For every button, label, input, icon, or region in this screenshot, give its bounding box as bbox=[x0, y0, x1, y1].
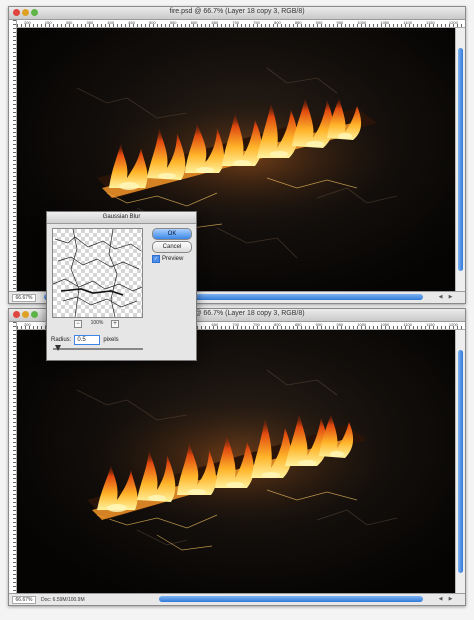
ruler-tick-label: 550 bbox=[169, 20, 177, 25]
ruler-tick-label: 850 bbox=[294, 20, 302, 25]
vertical-scroll-thumb[interactable] bbox=[458, 48, 463, 271]
ruler-tick-label: 650 bbox=[211, 322, 219, 327]
zoom-in-button[interactable]: + bbox=[111, 320, 119, 328]
zoom-field[interactable]: 66.67% bbox=[12, 294, 36, 302]
ruler-tick-label: 750 bbox=[253, 322, 260, 327]
ruler-tick-label: 1150 bbox=[426, 20, 435, 25]
ruler-tick-label: 400 bbox=[107, 20, 115, 25]
slider-knob-icon[interactable] bbox=[55, 345, 61, 351]
ruler-tick-label: 650 bbox=[211, 20, 219, 25]
ruler-tick-label: 750 bbox=[253, 20, 260, 25]
window-title: fire.psd @ 66.7% (Layer 18 copy 3, RGB/8… bbox=[169, 8, 305, 15]
scroll-left-icon[interactable]: ◀ bbox=[436, 595, 445, 603]
ruler-tick-label: 1000 bbox=[357, 20, 367, 25]
zoom-field[interactable]: 66.67% bbox=[12, 596, 36, 604]
ruler-tick-label: 1200 bbox=[448, 322, 458, 327]
horizontal-scroll-thumb[interactable] bbox=[159, 596, 423, 602]
fire-artwork bbox=[67, 369, 407, 551]
radius-input[interactable]: 0.5 bbox=[74, 335, 101, 345]
ok-button[interactable]: OK bbox=[152, 228, 192, 240]
blur-preview-pane[interactable] bbox=[52, 228, 143, 318]
ruler-tick-label: 450 bbox=[128, 20, 135, 25]
ruler-tick-label: 700 bbox=[232, 20, 240, 25]
image-canvas[interactable] bbox=[17, 330, 465, 593]
vertical-ruler[interactable] bbox=[9, 322, 17, 593]
radius-row: Radius: 0.5 pixels bbox=[51, 335, 119, 345]
zoom-out-button[interactable]: − bbox=[74, 320, 82, 328]
ruler-tick-label: 1100 bbox=[403, 20, 413, 25]
ruler-tick-label: 1150 bbox=[426, 322, 435, 327]
ruler-tick-label: 1000 bbox=[357, 322, 367, 327]
preview-toggle[interactable]: ✓ Preview bbox=[152, 255, 183, 263]
checkmark-icon[interactable]: ✓ bbox=[152, 255, 160, 263]
radius-slider[interactable] bbox=[53, 345, 143, 351]
scroll-right-icon[interactable]: ▶ bbox=[446, 293, 455, 301]
ruler-tick-label: 250 bbox=[44, 20, 52, 25]
ruler-tick-label: 950 bbox=[336, 20, 344, 25]
gaussian-blur-dialog: Gaussian Blur OK Cancel ✓ Preview − 100%… bbox=[46, 211, 197, 361]
scroll-left-icon[interactable]: ◀ bbox=[436, 293, 445, 301]
ruler-tick-label: 850 bbox=[294, 322, 302, 327]
ruler-tick-label: 350 bbox=[86, 20, 94, 25]
ruler-tick-label: 900 bbox=[315, 20, 323, 25]
radius-unit: pixels bbox=[103, 337, 119, 343]
ruler-tick-label: 950 bbox=[336, 322, 344, 327]
scroll-right-icon[interactable]: ▶ bbox=[446, 595, 455, 603]
ruler-tick-label: 700 bbox=[232, 322, 240, 327]
ruler-tick-label: 200 bbox=[24, 322, 31, 327]
radius-label: Radius: bbox=[51, 337, 72, 343]
ruler-tick-label: 300 bbox=[65, 20, 73, 25]
ruler-tick-label: 1050 bbox=[380, 20, 390, 25]
ruler-tick-label: 1200 bbox=[448, 20, 458, 25]
ruler-tick-label: 600 bbox=[190, 20, 198, 25]
ruler-tick-label: 1100 bbox=[403, 322, 413, 327]
ruler-tick-label: 200 bbox=[24, 20, 31, 25]
window-titlebar[interactable]: fire.psd @ 66.7% (Layer 18 copy 3, RGB/8… bbox=[9, 7, 465, 20]
vertical-ruler[interactable] bbox=[9, 20, 17, 291]
ruler-labels: 200 250 300 350 400 450 500 550 600 650 700 750 800 8… bbox=[17, 20, 465, 25]
preview-zoom-controls: − 100% + bbox=[52, 320, 141, 328]
preview-zoom-level: 100% bbox=[90, 320, 104, 326]
ruler-tick-label: 1050 bbox=[380, 322, 390, 327]
ruler-tick-label: 800 bbox=[274, 20, 281, 25]
vertical-scrollbar[interactable] bbox=[455, 330, 465, 593]
vertical-scroll-thumb[interactable] bbox=[458, 350, 463, 573]
ruler-tick-label: 800 bbox=[274, 322, 281, 327]
preview-label: Preview bbox=[162, 256, 184, 262]
cancel-button[interactable]: Cancel bbox=[152, 241, 192, 253]
vertical-scrollbar[interactable] bbox=[455, 28, 465, 291]
document-size-info[interactable]: Doc: 6.59M/100.9M bbox=[41, 597, 85, 603]
ruler-tick-label: 900 bbox=[315, 322, 323, 327]
ruler-tick-label: 500 bbox=[149, 20, 156, 25]
status-bar: 66.67% Doc: 6.59M/100.9M ◀ ▶ bbox=[9, 593, 465, 605]
dialog-title: Gaussian Blur bbox=[47, 212, 196, 224]
preview-cracks bbox=[53, 229, 142, 317]
